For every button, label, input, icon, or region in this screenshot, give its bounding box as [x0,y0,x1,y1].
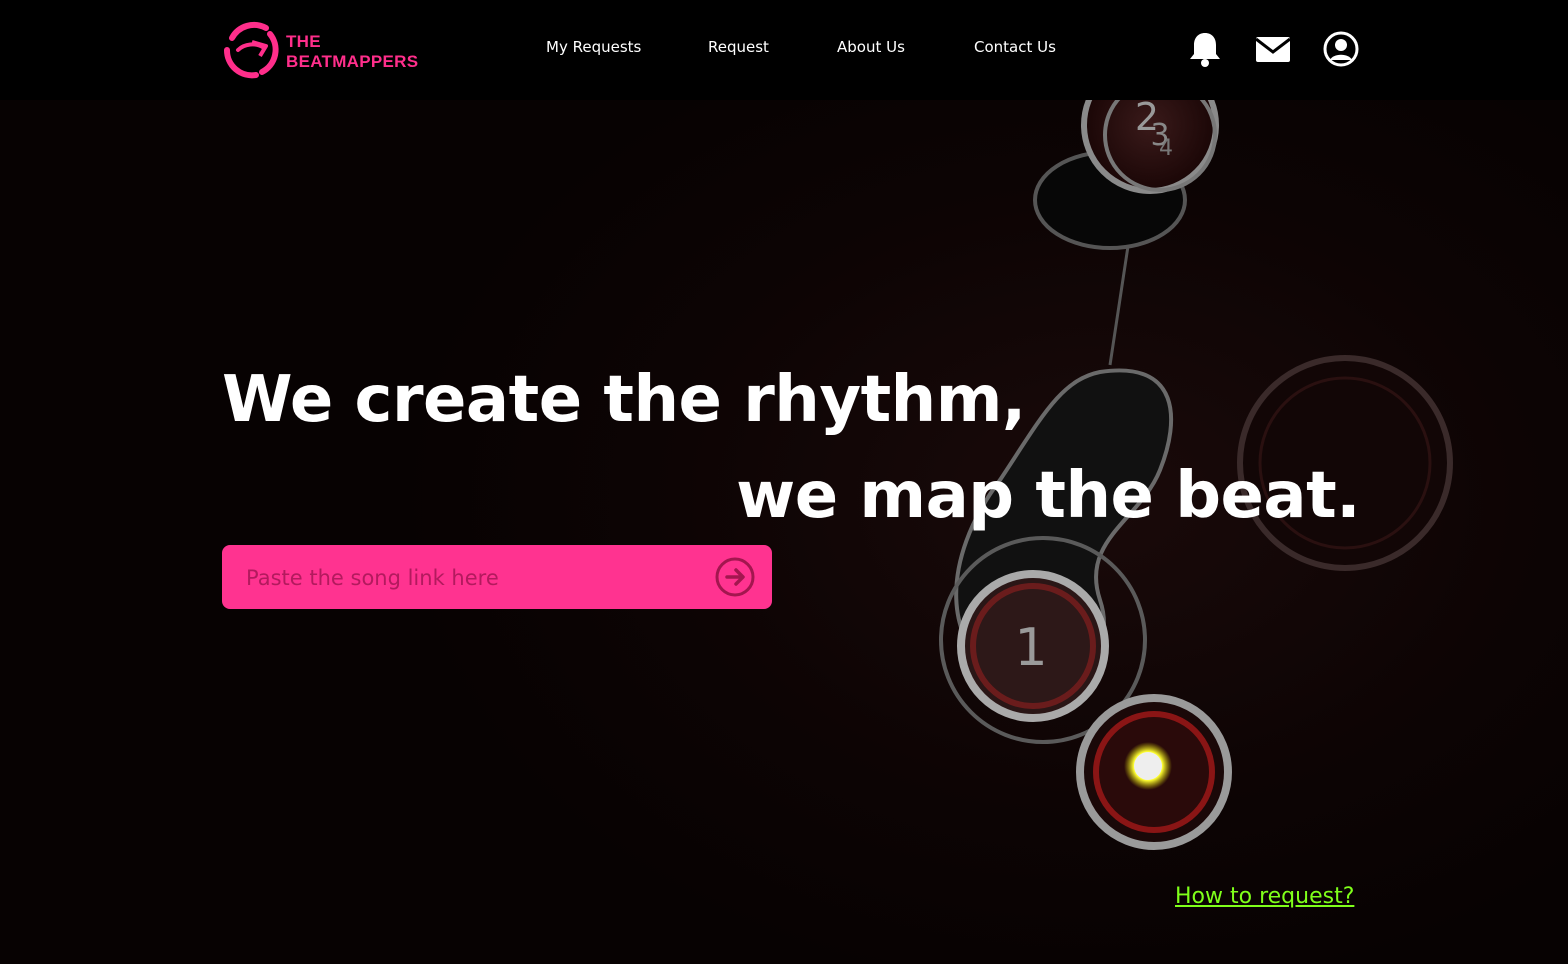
hero-headline-line-1: We create the rhythm, [222,363,1026,437]
mail-icon [1255,37,1291,62]
how-to-request-link[interactable]: How to request? [1175,884,1354,909]
song-link-form [222,545,772,611]
nav-my-requests[interactable]: My Requests [546,38,641,56]
messages-button[interactable] [1254,30,1292,68]
nav-about-us[interactable]: About Us [837,38,905,56]
hit-number-4: 4 [1159,136,1173,161]
nav-request[interactable]: Request [708,38,769,56]
bell-icon [1190,33,1220,67]
logo-mark-icon [223,21,279,79]
brand-line-2: BEATMAPPERS [286,52,419,71]
song-link-input[interactable] [244,545,718,611]
brand-name: THE BEATMAPPERS [286,32,418,72]
brand-line-1: THE [286,32,321,51]
brand-logo[interactable]: THE BEATMAPPERS [222,20,422,80]
profile-button[interactable] [1322,30,1360,68]
nav-contact-us[interactable]: Contact Us [974,38,1056,56]
notifications-button[interactable] [1186,30,1224,68]
arrow-right-circle-icon [715,557,755,597]
user-icon [1323,31,1359,67]
hit-number-1: 1 [1014,618,1047,678]
submit-link-button[interactable] [714,556,756,598]
hero-headline-line-2: we map the beat. [736,459,1360,533]
top-navbar: THE BEATMAPPERS My Requests Request Abou… [0,0,1568,100]
